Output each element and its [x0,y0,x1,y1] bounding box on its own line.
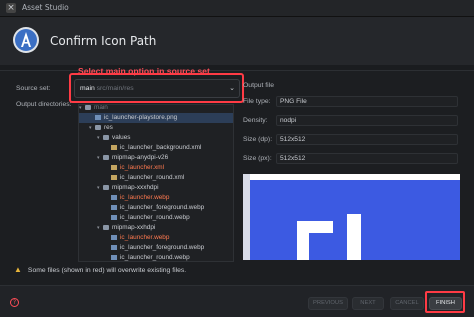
preview-glyph-part [347,214,361,260]
density-value: nodpi [280,117,297,124]
tree-item-label: main [94,104,108,111]
title-bar: × Asset Studio [0,0,474,17]
output-file-heading: Output file [243,82,274,89]
tree-item-label: mipmap-anydpi-v26 [112,154,169,161]
file-icon [111,244,117,250]
cancel-button[interactable]: CANCEL [390,297,424,310]
tree-item-label: ic_launcher_foreground.webp [120,244,205,251]
folder-icon [103,184,109,190]
tree-item[interactable]: ▾ mipmap-anydpi-v26 [79,153,233,163]
folder-icon [103,134,109,140]
previous-button[interactable]: PREVIOUS [308,297,348,310]
tree-item-label: values [112,134,131,141]
window-title: Asset Studio [22,3,69,12]
warning-icon: ▲ [14,265,22,274]
tree-item[interactable]: ▾ res [79,123,233,133]
warning-text: Some files (shown in red) will overwrite… [27,267,187,274]
size-dp-label: Size (dp): [243,136,273,143]
tree-item-label: ic_launcher.webp [120,234,170,241]
tree-item[interactable]: ic_launcher_background.xml [79,143,233,153]
tree-item-label: ic_launcher-playstore.png [104,114,178,121]
source-set-label: Source set: [16,85,51,92]
file-type-value: PNG File [280,98,307,105]
file-icon [111,174,117,180]
tree-item[interactable]: ic_launcher_foreground.webp [79,243,233,253]
folder-icon [95,124,101,130]
size-dp-value: 512x512 [280,136,306,143]
help-icon[interactable]: ? [10,298,19,307]
file-icon [95,114,101,120]
tree-item[interactable]: ▾ values [79,133,233,143]
tree-item[interactable]: ic_launcher-playstore.png [79,113,233,123]
file-icon [111,204,117,210]
folder-icon [103,224,109,230]
dialog-footer: ? PREVIOUS NEXT CANCEL FINISH [0,285,474,317]
density-field: nodpi [276,115,458,126]
icon-preview-image [243,174,460,260]
annotation-finish-highlight [425,291,465,313]
file-icon [111,234,117,240]
tree-item-label: ic_launcher_round.webp [120,214,190,221]
dialog-header: Confirm Icon Path [0,17,474,65]
tree-item-label: ic_launcher_round.xml [120,174,185,181]
tree-item-label: ic_launcher_background.xml [120,144,202,151]
tree-item[interactable]: ▾ mipmap-xxxhdpi [79,183,233,193]
file-icon [111,254,117,260]
page-title: Confirm Icon Path [50,34,157,48]
tree-item-label: mipmap-xxxhdpi [112,184,159,191]
folder-icon [85,105,91,110]
output-directories-label: Output directories: [16,101,72,108]
size-px-label: Size (px): [243,155,272,162]
annotation-highlight-box [69,73,244,103]
tree-item[interactable]: ic_launcher_round.xml [79,173,233,183]
tree-item[interactable]: ic_launcher.webp [79,233,233,243]
file-icon [111,214,117,220]
close-icon[interactable]: × [6,3,16,13]
tree-item-label: mipmap-xxhdpi [112,224,156,231]
tree-item[interactable]: ic_launcher_foreground.webp [79,203,233,213]
file-icon [111,144,117,150]
file-icon [111,194,117,200]
preview-glyph-part [297,221,309,260]
preview-edge [243,174,250,260]
size-px-field: 512x512 [276,153,458,164]
file-type-label: File type: [243,98,271,105]
android-studio-logo-icon [13,27,39,53]
next-button[interactable]: NEXT [352,297,384,310]
output-directories-tree[interactable]: ▾ main ic_launcher-playstore.png ▾ res ▾ value… [78,104,234,262]
tree-item[interactable]: ic_launcher_round.webp [79,253,233,261]
tree-item[interactable]: ic_launcher_round.webp [79,213,233,223]
tree-item-label: ic_launcher.webp [120,194,170,201]
tree-item-label: ic_launcher.xml [120,164,165,171]
overwrite-warning: ▲ Some files (shown in red) will overwrit… [14,265,186,274]
file-type-field: PNG File [276,96,458,107]
size-px-value: 512x512 [280,155,306,162]
tree-item-label: res [104,124,113,131]
tree-item[interactable]: ic_launcher.xml [79,163,233,173]
file-icon [111,164,117,170]
folder-icon [103,154,109,160]
tree-item[interactable]: ▾ main [79,104,233,113]
tree-item[interactable]: ic_launcher.webp [79,193,233,203]
tree-item-label: ic_launcher_foreground.webp [120,204,205,211]
tree-item[interactable]: ▾ mipmap-xxhdpi [79,223,233,233]
tree-item-label: ic_launcher_round.webp [120,254,190,261]
density-label: Density: [243,117,268,124]
size-dp-field: 512x512 [276,134,458,145]
